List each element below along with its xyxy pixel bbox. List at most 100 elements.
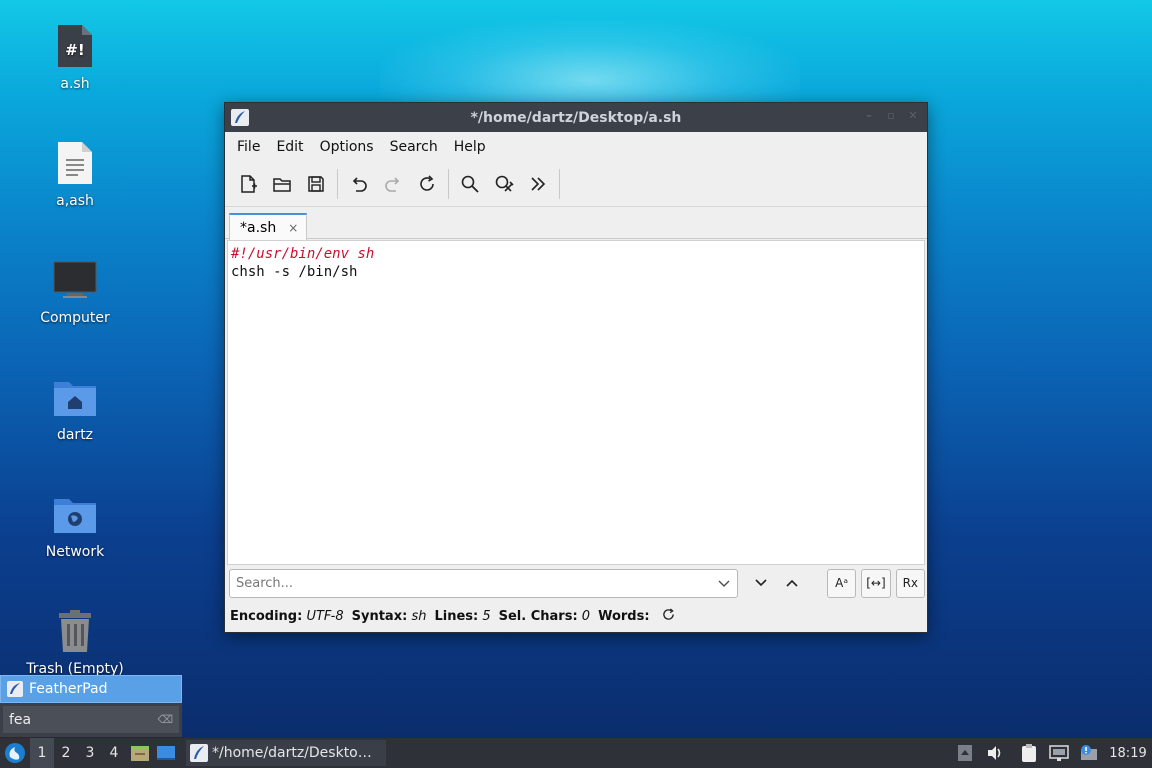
workspace-4[interactable]: 4 [102, 738, 126, 768]
clear-input-icon[interactable]: ⌫ [157, 713, 173, 726]
redo-button[interactable] [378, 169, 408, 199]
desktop-icon-label: a,ash [56, 193, 94, 209]
script-glyph: #! [65, 41, 84, 59]
network-folder-icon [51, 490, 99, 538]
folder-open-icon [273, 177, 291, 192]
match-case-button[interactable]: Aᵃ [826, 568, 857, 598]
chevron-down-icon[interactable] [717, 577, 731, 595]
clipboard-icon[interactable] [1014, 738, 1044, 768]
computer-icon [51, 256, 99, 304]
menu-options[interactable]: Options [312, 135, 382, 159]
editor-line-2: chsh -s /bin/sh [231, 264, 358, 280]
redo-icon [385, 176, 400, 192]
volume-icon[interactable] [980, 738, 1010, 768]
menubar: File Edit Options Search Help [225, 132, 927, 161]
whole-word-button[interactable]: [↔] [861, 568, 891, 598]
start-menu-button[interactable] [0, 738, 30, 768]
launcher-result-label: FeatherPad [29, 681, 108, 697]
refresh-word-count-icon[interactable] [662, 607, 675, 625]
update-notifier-icon[interactable] [1074, 738, 1104, 768]
tray-expand-icon[interactable] [950, 738, 980, 768]
featherpad-icon [190, 744, 208, 762]
find-replace-icon [495, 175, 514, 192]
more-tools-button[interactable] [523, 169, 553, 199]
regex-button[interactable]: Rx [895, 568, 925, 598]
find-button[interactable] [455, 169, 485, 199]
search-input[interactable]: Search... [229, 568, 739, 598]
taskbar: 1 2 3 4 */home/dartz/Deskto… 18:19 [0, 738, 1152, 768]
desktop-icon-dartz[interactable]: dartz [20, 373, 130, 473]
tab-label: *a.sh [240, 219, 277, 236]
syntax-value: sh [411, 608, 427, 624]
menu-search[interactable]: Search [382, 135, 446, 159]
trash-icon [51, 607, 99, 655]
desktop-icon-computer[interactable]: Computer [20, 256, 130, 356]
save-button[interactable] [301, 169, 331, 199]
search-icon [461, 175, 479, 193]
maximize-icon[interactable]: ▫ [885, 110, 897, 122]
file-manager-launcher[interactable] [128, 738, 152, 768]
tab-bar: *a.sh × [225, 207, 927, 240]
network-icon[interactable] [1044, 738, 1074, 768]
menu-help[interactable]: Help [446, 135, 494, 159]
workspace-1[interactable]: 1 [30, 738, 54, 768]
tab-a-sh[interactable]: *a.sh × [229, 213, 307, 240]
text-file-icon [51, 139, 99, 187]
clock[interactable]: 18:19 [1104, 746, 1152, 761]
undo-icon [352, 176, 367, 192]
reload-icon [420, 174, 434, 191]
desktop-icon-label: a.sh [60, 76, 90, 92]
text-editor[interactable]: #!/usr/bin/env sh chsh -s /bin/sh [227, 240, 925, 565]
sel-chars-value: 0 [581, 608, 591, 624]
script-file-icon: #! [51, 22, 99, 70]
words-label: Words: [598, 608, 650, 624]
minimize-icon[interactable]: – [863, 110, 875, 122]
close-icon[interactable]: ✕ [907, 110, 919, 122]
workspace-3[interactable]: 3 [78, 738, 102, 768]
toolbar-separator [448, 168, 449, 199]
show-desktop-button[interactable] [154, 738, 178, 768]
encoding-label: Encoding: [230, 608, 303, 624]
tab-close-icon[interactable]: × [288, 221, 298, 235]
featherpad-icon [7, 681, 23, 697]
new-file-icon [241, 174, 257, 193]
find-next-button[interactable] [746, 569, 775, 598]
sel-chars-label: Sel. Chars: [498, 608, 578, 624]
system-tray: 18:19 [950, 738, 1152, 768]
desktop-icon-label: Computer [40, 310, 110, 326]
window-titlebar[interactable]: */home/dartz/Desktop/a.sh – ▫ ✕ [225, 103, 927, 132]
app-launcher: FeatherPad fea ⌫ [0, 675, 182, 737]
featherpad-window: */home/dartz/Desktop/a.sh – ▫ ✕ File Edi… [224, 102, 928, 633]
find-previous-button[interactable] [778, 569, 807, 598]
launcher-result-featherpad[interactable]: FeatherPad [0, 675, 182, 703]
menu-edit[interactable]: Edit [268, 135, 311, 159]
open-file-button[interactable] [267, 169, 297, 199]
menu-file[interactable]: File [229, 135, 268, 159]
save-icon [308, 175, 324, 192]
desktop-icon-label: dartz [56, 427, 94, 443]
editor-line-1: #!/usr/bin/env sh [231, 246, 375, 262]
chevron-double-right-icon [531, 176, 546, 191]
new-file-button[interactable] [233, 169, 263, 199]
encoding-value: UTF-8 [306, 608, 344, 624]
lines-value: 5 [482, 608, 491, 624]
toolbar-separator [337, 168, 338, 199]
home-folder-icon [51, 373, 99, 421]
launcher-search-input[interactable]: fea ⌫ [3, 706, 179, 733]
replace-button[interactable] [489, 169, 519, 199]
reload-button[interactable] [412, 169, 442, 199]
undo-button[interactable] [344, 169, 374, 199]
desktop-icon-a-sh[interactable]: #! a.sh [20, 22, 130, 122]
window-title: */home/dartz/Desktop/a.sh [470, 109, 682, 126]
workspace-2[interactable]: 2 [54, 738, 78, 768]
status-bar: Encoding: UTF-8 Syntax: sh Lines: 5 Sel.… [230, 606, 675, 626]
desktop-icon-network[interactable]: Network [20, 490, 130, 590]
arrow-up-icon [786, 579, 798, 587]
desktop-icon-label: Network [45, 544, 105, 560]
search-bar: Search... Aᵃ [↔] Rx [229, 568, 925, 598]
toolbar-separator [559, 168, 560, 199]
desktop-icon-a-ash[interactable]: a,ash [20, 139, 130, 239]
task-featherpad[interactable]: */home/dartz/Deskto… [186, 740, 386, 766]
featherpad-icon [231, 109, 249, 126]
syntax-label: Syntax: [351, 608, 408, 624]
